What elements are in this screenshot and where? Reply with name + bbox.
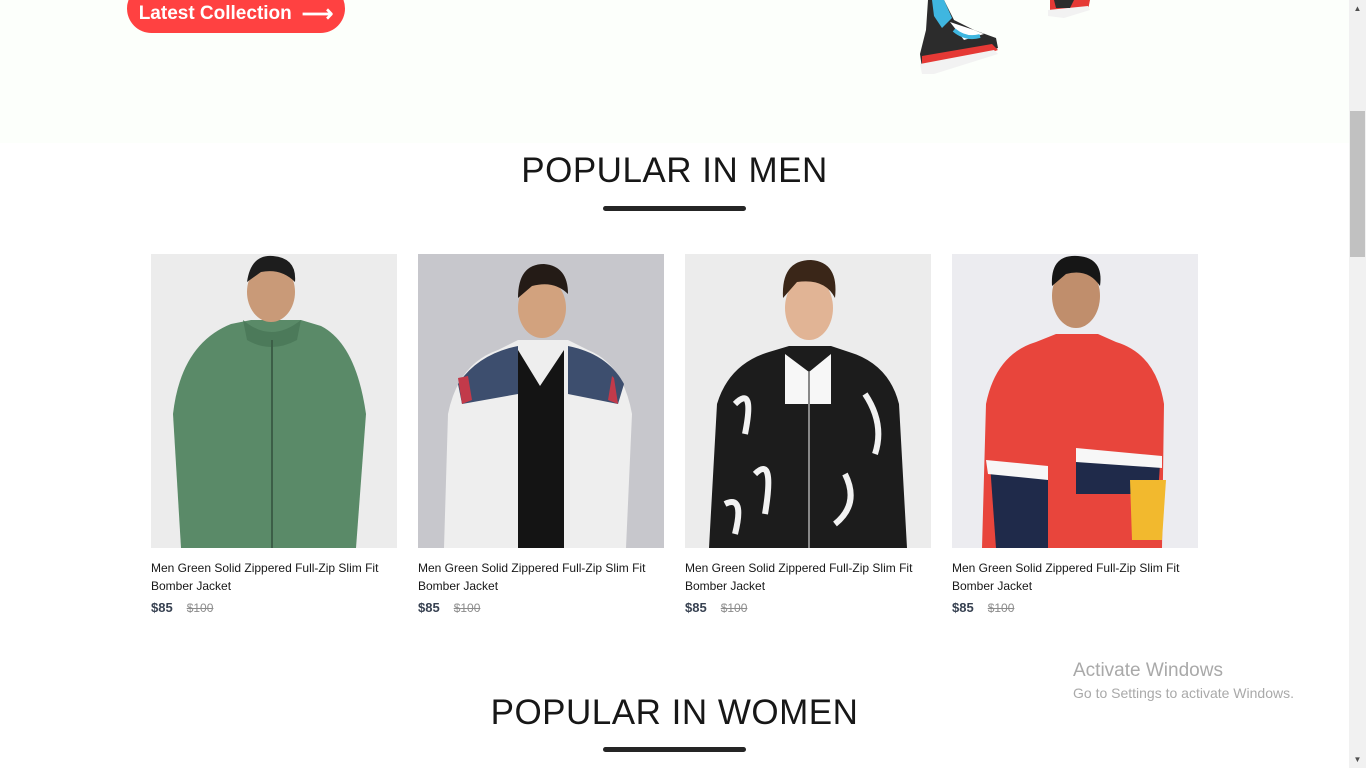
product-card[interactable]: Men Green Solid Zippered Full-Zip Slim F… bbox=[151, 254, 397, 615]
product-prices: $85 $100 bbox=[418, 600, 664, 615]
scroll-up-arrow-icon[interactable]: ▲ bbox=[1349, 0, 1366, 17]
product-name[interactable]: Men Green Solid Zippered Full-Zip Slim F… bbox=[418, 559, 664, 595]
hero-banner: Latest Collection ⟶ bbox=[0, 0, 1349, 143]
product-prices: $85 $100 bbox=[151, 600, 397, 615]
product-image[interactable] bbox=[685, 254, 931, 548]
arrow-right-icon: ⟶ bbox=[301, 0, 334, 26]
activation-title: Activate Windows bbox=[1073, 660, 1223, 681]
windows-activation-notice: Activate Windows Go to Settings to activ… bbox=[1073, 660, 1294, 701]
latest-collection-label: Latest Collection bbox=[138, 2, 292, 24]
product-card[interactable]: Men Green Solid Zippered Full-Zip Slim F… bbox=[685, 254, 931, 615]
product-card[interactable]: Men Green Solid Zippered Full-Zip Slim F… bbox=[418, 254, 664, 615]
old-price: $100 bbox=[453, 601, 481, 615]
popular-men-title: POPULAR IN MEN bbox=[521, 151, 828, 190]
new-price: $85 bbox=[685, 600, 707, 615]
title-underline bbox=[603, 747, 746, 752]
product-prices: $85 $100 bbox=[685, 600, 931, 615]
product-image[interactable] bbox=[418, 254, 664, 548]
new-price: $85 bbox=[952, 600, 974, 615]
new-price: $85 bbox=[418, 600, 440, 615]
new-price: $85 bbox=[151, 600, 173, 615]
scroll-down-arrow-icon[interactable]: ▼ bbox=[1349, 751, 1366, 768]
jacket-shape bbox=[173, 320, 366, 548]
product-prices: $85 $100 bbox=[952, 600, 1198, 615]
sneaker-image bbox=[920, 0, 998, 74]
product-image[interactable] bbox=[151, 254, 397, 548]
product-grid: Men Green Solid Zippered Full-Zip Slim F… bbox=[151, 254, 1198, 615]
product-name[interactable]: Men Green Solid Zippered Full-Zip Slim F… bbox=[952, 559, 1198, 595]
product-image[interactable] bbox=[952, 254, 1198, 548]
product-name[interactable]: Men Green Solid Zippered Full-Zip Slim F… bbox=[151, 559, 397, 595]
latest-collection-button[interactable]: Latest Collection ⟶ bbox=[127, 0, 345, 33]
title-underline bbox=[603, 206, 746, 211]
product-card[interactable]: Men Green Solid Zippered Full-Zip Slim F… bbox=[952, 254, 1198, 615]
old-price: $100 bbox=[987, 601, 1015, 615]
old-price: $100 bbox=[186, 601, 214, 615]
scrollbar-thumb[interactable] bbox=[1350, 111, 1365, 257]
old-price: $100 bbox=[720, 601, 748, 615]
product-name[interactable]: Men Green Solid Zippered Full-Zip Slim F… bbox=[685, 559, 931, 595]
activation-subtitle: Go to Settings to activate Windows. bbox=[1073, 685, 1294, 701]
sneaker-image-2 bbox=[1048, 0, 1090, 18]
